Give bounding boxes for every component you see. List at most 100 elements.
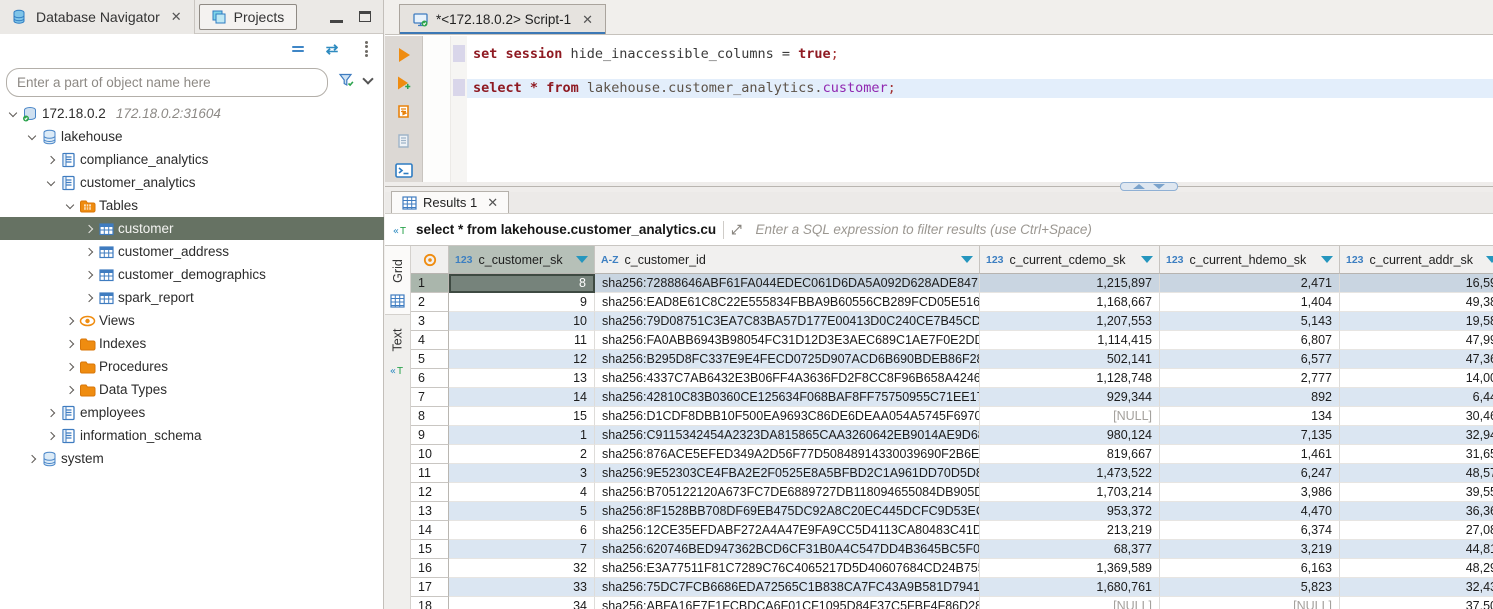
execute-new-tab-icon[interactable] xyxy=(395,75,413,93)
collapse-up-icon[interactable] xyxy=(1133,184,1145,189)
chevron-right-icon[interactable] xyxy=(85,270,93,278)
row-number[interactable]: 11 xyxy=(411,464,449,483)
column-header-c_customer_id[interactable]: A-Zc_customer_id xyxy=(595,246,980,274)
tab-grid-presentation[interactable]: Grid xyxy=(385,246,410,315)
row-number[interactable]: 6 xyxy=(411,369,449,388)
table-row[interactable]: 411sha256:FA0ABB6943B98054FC31D12D3E3AEC… xyxy=(411,331,1493,350)
grid-cell[interactable]: 1,114,415 xyxy=(980,331,1160,350)
row-number[interactable]: 4 xyxy=(411,331,449,350)
grid-cell[interactable]: 7 xyxy=(449,540,595,559)
grid-cell[interactable]: 1,168,667 xyxy=(980,293,1160,312)
tab-projects[interactable]: Projects xyxy=(199,4,298,30)
row-number[interactable]: 9 xyxy=(411,426,449,445)
grid-cell[interactable]: 30,46 xyxy=(1340,407,1493,426)
grid-cell[interactable]: 12 xyxy=(449,350,595,369)
grid-cell[interactable]: 48,57 xyxy=(1340,464,1493,483)
chevron-right-icon[interactable] xyxy=(85,247,93,255)
grid-cell[interactable]: 5 xyxy=(449,502,595,521)
column-dropdown-icon[interactable] xyxy=(1486,256,1493,263)
grid-cell[interactable]: 134 xyxy=(1160,407,1340,426)
grid-cell[interactable]: sha256:D1CDF8DBB10F500EA9693C86DE6DEAA05… xyxy=(595,407,980,426)
grid-cell[interactable]: [NULL] xyxy=(980,597,1160,609)
chevron-right-icon[interactable] xyxy=(66,316,74,324)
table-row[interactable]: 146sha256:12CE35EFDABF272A4A47E9FA9CC5D4… xyxy=(411,521,1493,540)
grid-cell[interactable]: 32 xyxy=(449,559,595,578)
row-number[interactable]: 1 xyxy=(411,274,449,293)
grid-cell[interactable]: 1,703,214 xyxy=(980,483,1160,502)
row-number[interactable]: 8 xyxy=(411,407,449,426)
tree-item-tables[interactable]: Tables xyxy=(0,194,384,217)
table-row[interactable]: 135sha256:8F1528BB708DF69EB475DC92A8C20E… xyxy=(411,502,1493,521)
editor-results-splitter[interactable] xyxy=(385,182,1493,192)
explain-plan-icon[interactable] xyxy=(395,133,413,151)
view-menu-icon[interactable] xyxy=(357,40,375,58)
grid-cell[interactable]: 68,377 xyxy=(980,540,1160,559)
row-number[interactable]: 14 xyxy=(411,521,449,540)
chevron-down-icon[interactable] xyxy=(66,200,74,208)
chevron-right-icon[interactable] xyxy=(47,155,55,163)
grid-cell[interactable]: sha256:B295D8FC337E9E4FECD0725D907ACD6B6… xyxy=(595,350,980,369)
table-row[interactable]: 91sha256:C9115342454A2323DA815865CAA3260… xyxy=(411,426,1493,445)
tree-item-customer-address[interactable]: customer_address xyxy=(0,240,384,263)
tree-item-employees[interactable]: employees xyxy=(0,401,384,424)
grid-cell[interactable]: 213,219 xyxy=(980,521,1160,540)
tree-item-customer-analytics[interactable]: customer_analytics xyxy=(0,171,384,194)
table-row[interactable]: 714sha256:42810C83B0360CE125634F068BAF8F… xyxy=(411,388,1493,407)
table-row[interactable]: 310sha256:79D08751C3EA7C83BA57D177E00413… xyxy=(411,312,1493,331)
tree-item-customer[interactable]: customer xyxy=(0,217,384,240)
row-number[interactable]: 15 xyxy=(411,540,449,559)
column-header-c_customer_sk[interactable]: 123c_customer_sk xyxy=(449,246,595,274)
grid-cell[interactable]: 953,372 xyxy=(980,502,1160,521)
chevron-right-icon[interactable] xyxy=(85,224,93,232)
grid-cell[interactable]: 14,00 xyxy=(1340,369,1493,388)
grid-cell[interactable]: 6,374 xyxy=(1160,521,1340,540)
row-number[interactable]: 10 xyxy=(411,445,449,464)
grid-cell[interactable]: 6,247 xyxy=(1160,464,1340,483)
table-row[interactable]: 815sha256:D1CDF8DBB10F500EA9693C86DE6DEA… xyxy=(411,407,1493,426)
grid-cell[interactable]: 980,124 xyxy=(980,426,1160,445)
grid-cell[interactable]: 6,44 xyxy=(1340,388,1493,407)
table-row[interactable]: 613sha256:4337C7AB6432E3B06FF4A3636FD2F8… xyxy=(411,369,1493,388)
grid-cell[interactable]: 7,135 xyxy=(1160,426,1340,445)
tree-item-data-types[interactable]: Data Types xyxy=(0,378,384,401)
table-row[interactable]: 1632sha256:E3A77511F81C7289C76C4065217D5… xyxy=(411,559,1493,578)
grid-cell[interactable]: 2 xyxy=(449,445,595,464)
chevron-down-icon[interactable] xyxy=(362,73,373,84)
tree-item-system[interactable]: system xyxy=(0,447,384,470)
grid-cell[interactable]: 3,219 xyxy=(1160,540,1340,559)
column-header-c_current_hdemo_sk[interactable]: 123c_current_hdemo_sk xyxy=(1160,246,1340,274)
grid-cell[interactable]: sha256:79D08751C3EA7C83BA57D177E00413D0C… xyxy=(595,312,980,331)
grid-cell[interactable]: 892 xyxy=(1160,388,1340,407)
tab-database-navigator[interactable]: Database Navigator ✕ xyxy=(0,0,195,34)
grid-cell[interactable]: 33 xyxy=(449,578,595,597)
grid-cell[interactable]: 2,777 xyxy=(1160,369,1340,388)
tree-item-172-18-0-2[interactable]: 172.18.0.2172.18.0.2:31604 xyxy=(0,102,384,125)
link-with-editor-icon[interactable]: ⇄ xyxy=(323,40,341,58)
code-line-3[interactable]: select * from lakehouse.customer_analyti… xyxy=(467,79,1493,98)
grid-cell[interactable]: 13 xyxy=(449,369,595,388)
column-header-c_current_addr_sk[interactable]: 123c_current_addr_sk xyxy=(1340,246,1493,274)
grid-cell[interactable]: 6,163 xyxy=(1160,559,1340,578)
sql-console-icon[interactable] xyxy=(395,162,413,180)
filter-funnel-icon[interactable] xyxy=(338,72,356,88)
grid-cell[interactable]: sha256:620746BED947362BCD6CF31B0A4C547DD… xyxy=(595,540,980,559)
chevron-right-icon[interactable] xyxy=(28,454,36,462)
grid-cell[interactable]: 19,58 xyxy=(1340,312,1493,331)
table-row[interactable]: 1834sha256:ABFA16E7F1FCBDCA6F01CF1095D84… xyxy=(411,597,1493,609)
grid-cell[interactable]: 49,38 xyxy=(1340,293,1493,312)
column-dropdown-icon[interactable] xyxy=(1321,256,1333,263)
tab-sql-script[interactable]: *<172.18.0.2> Script-1 ✕ xyxy=(399,4,606,34)
grid-cell[interactable]: sha256:ABFA16E7F1FCBDCA6F01CF1095D84F37C… xyxy=(595,597,980,609)
grid-cell[interactable]: 3 xyxy=(449,464,595,483)
grid-cell[interactable]: 2,471 xyxy=(1160,274,1340,293)
minimize-icon[interactable] xyxy=(330,20,343,23)
grid-cell[interactable]: 3,986 xyxy=(1160,483,1340,502)
grid-cell[interactable]: 1,473,522 xyxy=(980,464,1160,483)
collapse-down-icon[interactable] xyxy=(1153,184,1165,189)
collapse-all-icon[interactable] xyxy=(289,40,307,58)
close-icon[interactable]: ✕ xyxy=(487,195,498,211)
grid-cell[interactable]: 819,667 xyxy=(980,445,1160,464)
grid-cell[interactable]: sha256:12CE35EFDABF272A4A47E9FA9CC5D4113… xyxy=(595,521,980,540)
results-filter-input[interactable]: Enter a SQL expression to filter results… xyxy=(756,222,1092,237)
grid-cell[interactable]: 5,143 xyxy=(1160,312,1340,331)
